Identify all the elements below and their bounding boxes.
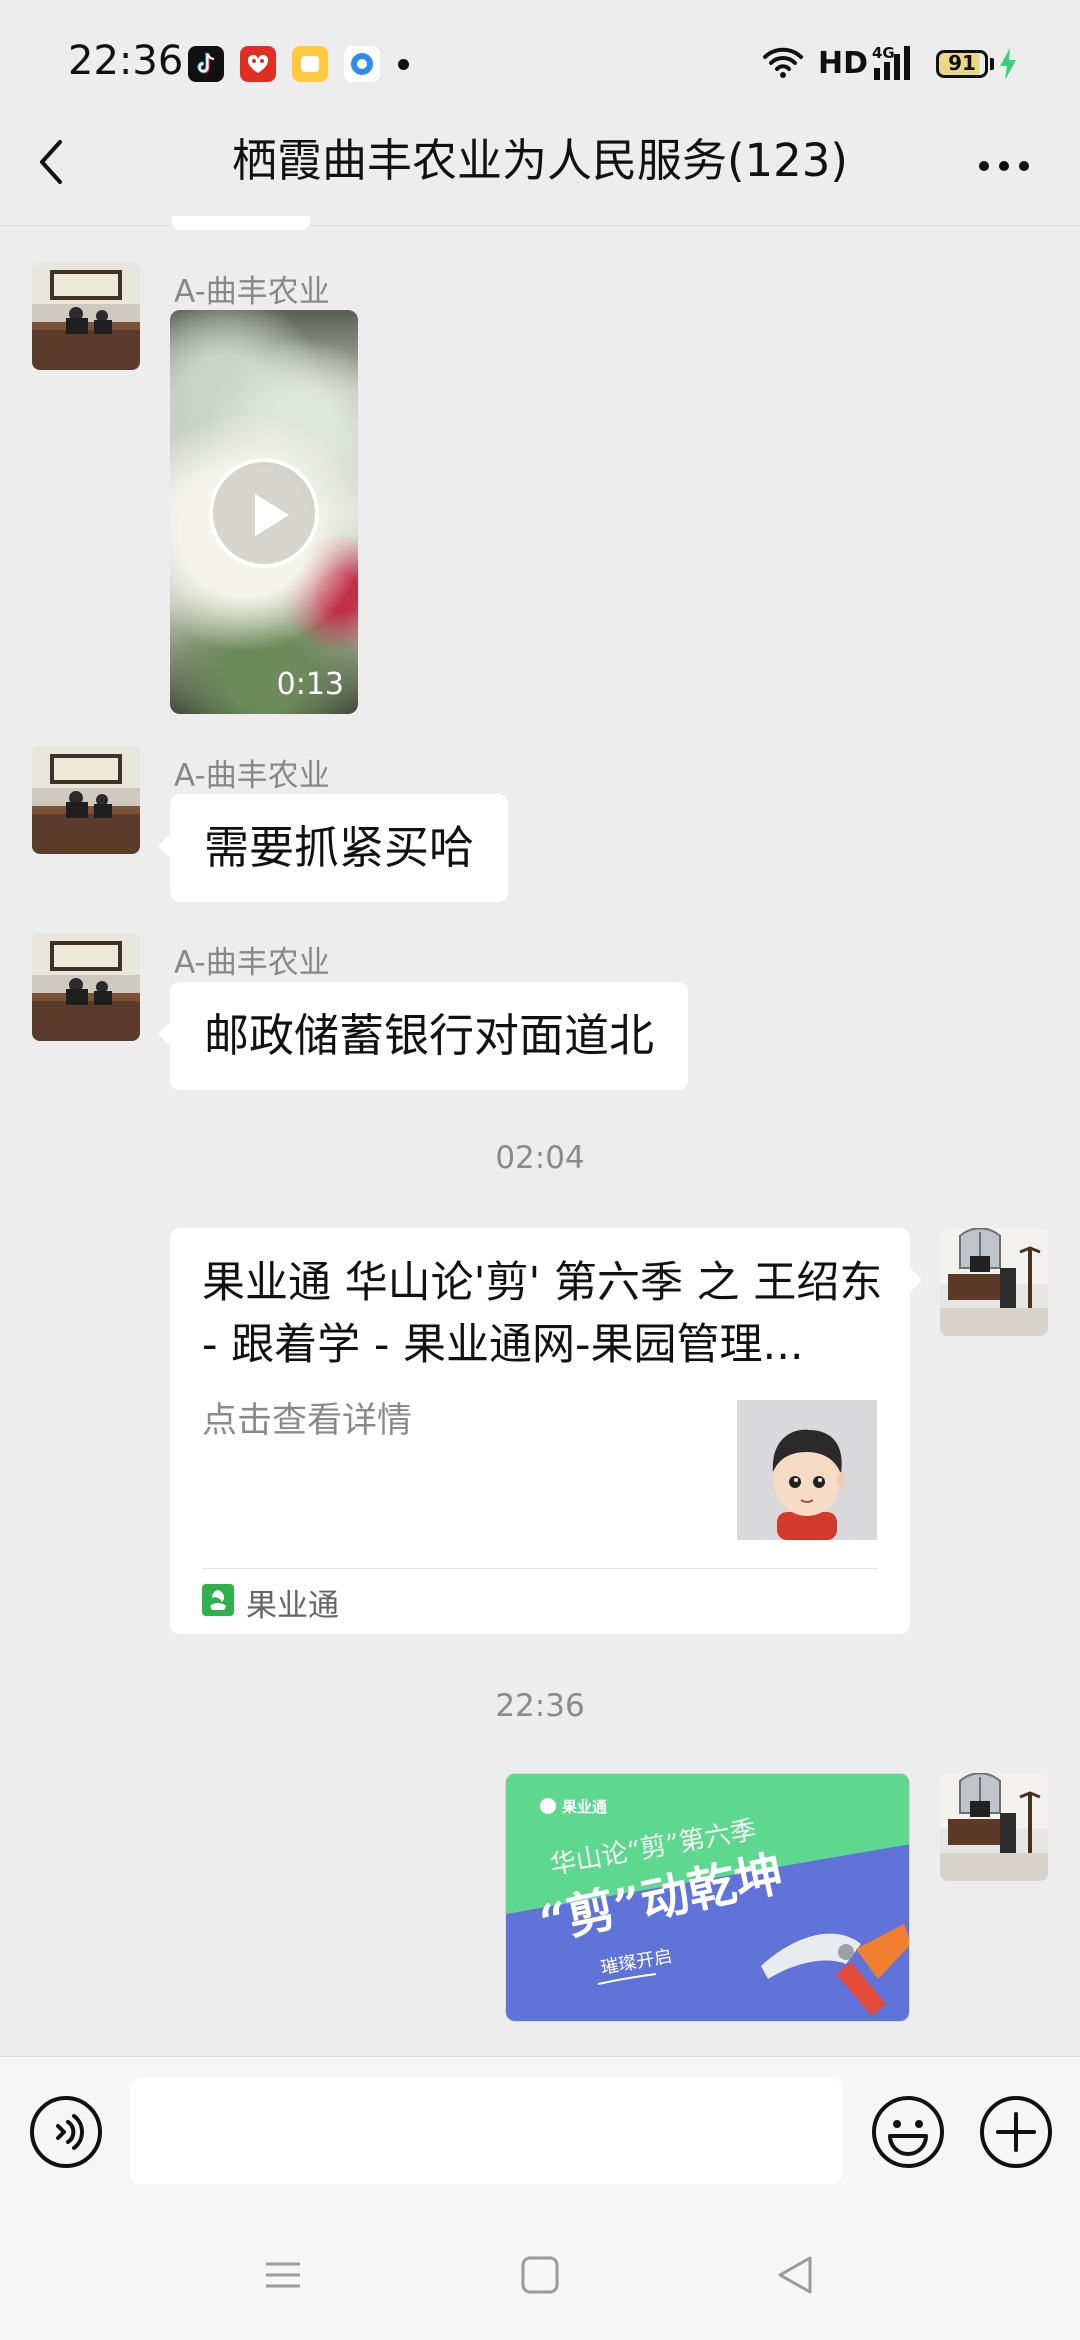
previous-message-edge — [172, 216, 310, 230]
more-dots-icon[interactable] — [976, 158, 1032, 174]
charging-icon — [1000, 48, 1016, 80]
my-avatar[interactable] — [940, 1773, 1048, 1881]
image-brand: 果业通 — [561, 1798, 607, 1816]
notes-icon — [292, 46, 328, 82]
avatar[interactable] — [32, 746, 140, 854]
battery-icon: 91 — [936, 50, 988, 78]
wifi-icon — [763, 47, 803, 78]
link-thumbnail — [737, 1400, 877, 1540]
back-nav-icon[interactable] — [774, 2254, 816, 2296]
image-message[interactable]: 果业通 华山论“剪”第六季 “剪”动乾坤 璀璨开启 — [505, 1773, 910, 2022]
avatar[interactable] — [32, 933, 140, 1041]
battery-cap — [990, 58, 994, 70]
notification-dot — [398, 59, 409, 70]
pinduoduo-icon — [240, 46, 276, 82]
link-description: 点击查看详情 — [202, 1401, 413, 1441]
emoji-icon[interactable] — [870, 2094, 946, 2170]
video-duration: 0:13 — [276, 667, 344, 702]
browser-icon — [344, 46, 380, 82]
chat-title: 栖霞曲丰农业为人民服务(123) — [231, 134, 848, 187]
signal-icon: 4G — [872, 44, 910, 80]
play-icon[interactable] — [209, 458, 319, 568]
sender-name: A-曲丰农业 — [174, 758, 330, 794]
sender-name: A-曲丰农业 — [174, 945, 330, 981]
network-label: HD — [818, 46, 869, 81]
chevron-left-icon[interactable] — [36, 138, 68, 186]
text-bubble[interactable]: 邮政储蓄银行对面道北 — [157, 982, 689, 1090]
sender-name: A-曲丰农业 — [174, 274, 330, 310]
douyin-icon — [188, 46, 224, 82]
voice-icon[interactable] — [28, 2094, 104, 2170]
plus-circle-icon[interactable] — [978, 2094, 1054, 2170]
link-card[interactable]: 果业通 华山论'剪' 第六季 之 王绍东 - 跟着学 - 果业通网-果园管理..… — [170, 1228, 922, 1634]
video-message[interactable]: 0:13 — [170, 310, 358, 714]
battery-level: 91 — [948, 51, 976, 75]
guoyetong-logo-icon — [202, 1584, 234, 1616]
text-bubble[interactable]: 需要抓紧买哈 — [157, 794, 509, 902]
timestamp: 02:04 — [495, 1140, 585, 1176]
menu-icon[interactable] — [262, 2254, 304, 2296]
network-type: 4G — [872, 44, 895, 62]
link-source: 果业通 — [246, 1588, 339, 1624]
timestamp: 22:36 — [495, 1688, 585, 1724]
avatar[interactable] — [32, 262, 140, 370]
home-icon[interactable] — [519, 2254, 561, 2296]
message-input[interactable] — [130, 2078, 842, 2184]
status-time: 22:36 — [68, 38, 184, 84]
link-title: 果业通 华山论'剪' 第六季 之 王绍东 - 跟着学 - 果业通网-果园管理..… — [202, 1258, 883, 1370]
status-bar: 22:36 HD 4G 91 — [0, 0, 1080, 130]
my-avatar[interactable] — [940, 1228, 1048, 1336]
link-divider — [202, 1568, 878, 1569]
